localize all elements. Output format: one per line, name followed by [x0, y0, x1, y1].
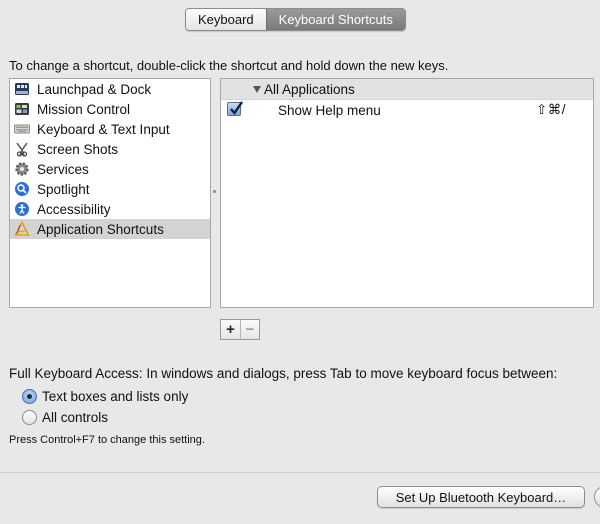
category-label: Screen Shots	[37, 141, 119, 157]
app-shortcuts-icon	[14, 221, 30, 237]
category-item-application-shortcuts[interactable]: Application Shortcuts	[10, 219, 210, 239]
instruction-text: To change a shortcut, double-click the s…	[9, 58, 449, 73]
category-item-launchpad-dock[interactable]: Launchpad & Dock	[10, 79, 210, 99]
category-item-keyboard-text-input[interactable]: Keyboard & Text Input	[10, 119, 210, 139]
category-item-spotlight[interactable]: Spotlight	[10, 179, 210, 199]
category-label: Keyboard & Text Input	[37, 121, 170, 137]
radio-label: All controls	[42, 410, 109, 425]
divider	[0, 472, 600, 473]
shortcut-row[interactable]: Show Help menu ⇧⌘/	[221, 100, 593, 120]
category-item-services[interactable]: Services	[10, 159, 210, 179]
category-list[interactable]: Launchpad & Dock Mission Control Keyboar…	[9, 78, 211, 308]
shortcut-hint-text: Press Control+F7 to change this setting.	[9, 434, 205, 446]
shortcut-name: Show Help menu	[278, 102, 381, 118]
shortcut-enabled-checkbox[interactable]	[227, 101, 243, 116]
radio-button[interactable]	[22, 410, 37, 425]
add-shortcut-button[interactable]: +	[221, 320, 240, 339]
category-item-mission-control[interactable]: Mission Control	[10, 99, 210, 119]
remove-shortcut-button[interactable]: −	[240, 320, 259, 339]
radio-all-controls[interactable]: All controls	[22, 410, 108, 425]
help-button[interactable]	[594, 486, 600, 508]
group-row-all-applications[interactable]: All Applications	[221, 79, 593, 100]
shortcut-list[interactable]: All Applications Show Help menu ⇧⌘/	[220, 78, 594, 308]
accessibility-icon	[14, 201, 30, 217]
category-label: Launchpad & Dock	[37, 81, 152, 97]
full-keyboard-access-label: Full Keyboard Access: In windows and dia…	[9, 366, 558, 381]
shortcut-keys[interactable]: ⇧⌘/	[536, 102, 566, 118]
group-label: All Applications	[264, 81, 355, 97]
keyboard-icon	[14, 121, 30, 137]
radio-text-boxes-lists[interactable]: Text boxes and lists only	[22, 389, 188, 404]
category-label: Accessibility	[37, 201, 111, 217]
checkmark-icon	[230, 101, 243, 115]
radio-button-selected[interactable]	[22, 389, 37, 404]
category-item-accessibility[interactable]: Accessibility	[10, 199, 210, 219]
tab-bar: Keyboard Keyboard Shortcuts	[185, 8, 406, 31]
tab-keyboard-shortcuts[interactable]: Keyboard Shortcuts	[265, 9, 405, 30]
add-remove-control: + −	[220, 319, 260, 340]
disclosure-triangle-icon[interactable]	[253, 85, 261, 93]
setup-bluetooth-keyboard-button[interactable]: Set Up Bluetooth Keyboard…	[377, 486, 585, 508]
category-label: Spotlight	[37, 181, 90, 197]
spotlight-icon	[14, 181, 30, 197]
radio-label: Text boxes and lists only	[42, 389, 189, 404]
services-gear-icon	[14, 161, 30, 177]
tab-keyboard[interactable]: Keyboard	[186, 9, 266, 30]
category-item-screen-shots[interactable]: Screen Shots	[10, 139, 210, 159]
category-label: Application Shortcuts	[37, 221, 164, 237]
category-label: Services	[37, 161, 89, 177]
category-label: Mission Control	[37, 101, 131, 117]
mission-control-icon	[14, 101, 30, 117]
launchpad-dock-icon	[14, 81, 30, 97]
screenshot-icon	[14, 141, 30, 157]
splitter-handle[interactable]	[213, 190, 216, 193]
